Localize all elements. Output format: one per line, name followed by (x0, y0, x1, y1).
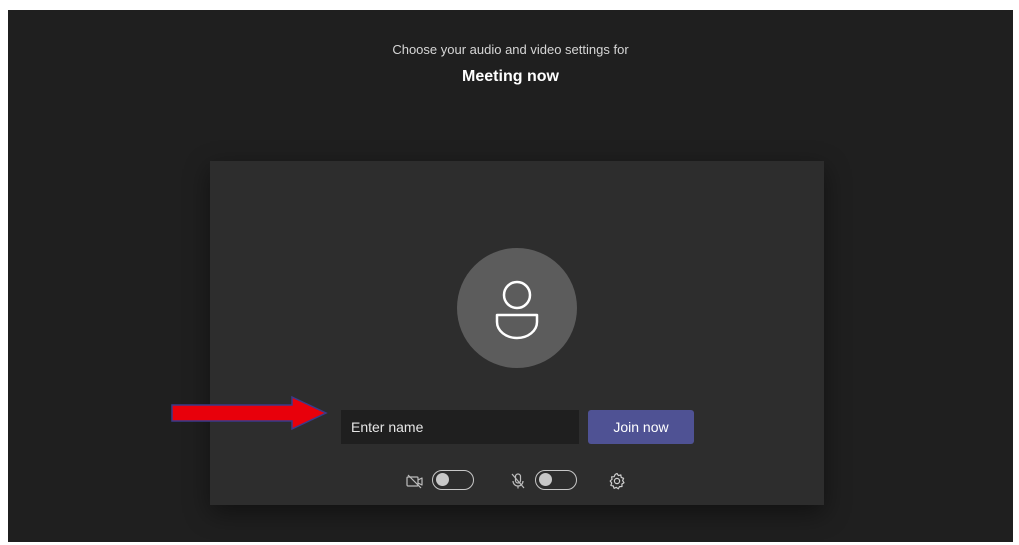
person-icon (495, 280, 539, 340)
device-controls (210, 467, 824, 495)
mic-toggle[interactable] (535, 470, 577, 490)
meeting-title: Meeting now (462, 68, 559, 85)
camera-toggle-knob (436, 473, 449, 486)
mic-off-icon (511, 473, 525, 489)
avatar (457, 248, 577, 368)
annotation-arrow (171, 395, 328, 431)
name-input[interactable] (341, 410, 579, 444)
join-now-button[interactable]: Join now (588, 410, 694, 444)
settings-prompt: Choose your audio and video settings for (392, 42, 629, 57)
camera-off-icon (406, 474, 423, 489)
prejoin-screen: Choose your audio and video settings for… (8, 10, 1013, 542)
camera-toggle[interactable] (432, 470, 474, 490)
gear-icon[interactable] (607, 471, 627, 491)
mic-toggle-knob (539, 473, 552, 486)
video-preview-panel: Join now (210, 161, 824, 505)
